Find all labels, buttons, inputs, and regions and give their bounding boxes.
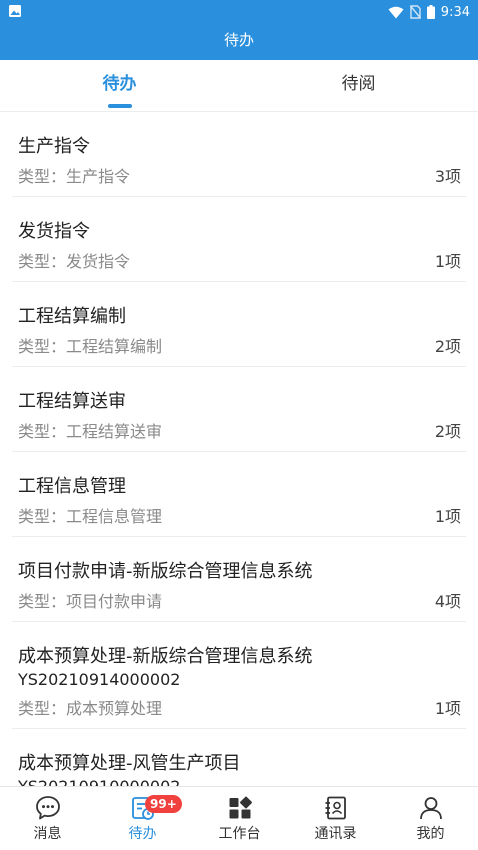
- item-count: 1项: [434, 507, 461, 526]
- nav-label: 我的: [416, 826, 445, 842]
- bottom-navigation: 消息 99+ 待办 工作台 通讯录 我的: [0, 786, 478, 850]
- list-item[interactable]: 工程结算编制 类型：工程结算编制 2项: [0, 282, 478, 367]
- item-title: 成本预算处理-风管生产项目: [18, 753, 241, 774]
- list-item[interactable]: 生产指令 类型：生产指令 3项: [0, 112, 478, 197]
- chat-bubble-icon: [36, 796, 60, 820]
- item-type: 类型：生产指令: [18, 167, 131, 186]
- no-sim-icon: [409, 5, 421, 19]
- nav-todo[interactable]: 99+ 待办: [95, 787, 190, 850]
- item-title: 发货指令: [18, 221, 90, 242]
- item-count: 4项: [434, 592, 461, 611]
- item-type: 类型：项目付款申请: [18, 592, 163, 611]
- list-item[interactable]: 项目付款申请-新版综合管理信息系统 类型：项目付款申请 4项: [0, 537, 478, 622]
- nav-workbench[interactable]: 工作台: [192, 787, 287, 850]
- status-bar: 9:34: [0, 0, 478, 24]
- item-count: 1项: [434, 252, 461, 271]
- nav-label: 工作台: [218, 826, 261, 842]
- list-item[interactable]: 工程结算送审 类型：工程结算送审 2项: [0, 367, 478, 452]
- item-code: YS20210910000002: [18, 777, 180, 786]
- item-title: 项目付款申请-新版综合管理信息系统: [18, 561, 313, 582]
- tab-indicator: [108, 104, 132, 108]
- grid-apps-icon: [229, 796, 252, 819]
- item-count: 2项: [434, 337, 461, 356]
- list-item[interactable]: 工程信息管理 类型：工程信息管理 1项: [0, 452, 478, 537]
- tab-to-read[interactable]: 待阅: [239, 60, 478, 112]
- item-code: YS20210914000002: [18, 670, 181, 689]
- item-type: 类型：发货指令: [18, 252, 131, 271]
- list-item[interactable]: 成本预算处理-新版综合管理信息系统 YS20210914000002 类型：成本…: [0, 622, 478, 729]
- tab-bar: 待办 待阅: [0, 60, 478, 112]
- item-title: 工程结算编制: [18, 306, 126, 327]
- item-title: 工程结算送审: [18, 391, 126, 412]
- todo-list[interactable]: 生产指令 类型：生产指令 3项 发货指令 类型：发货指令 1项 工程结算编制 类…: [0, 112, 478, 786]
- nav-label: 通讯录: [314, 826, 357, 842]
- list-item[interactable]: 成本预算处理-风管生产项目 YS20210910000002: [0, 729, 478, 786]
- item-title: 成本预算处理-新版综合管理信息系统: [18, 646, 313, 667]
- list-item[interactable]: 发货指令 类型：发货指令 1项: [0, 197, 478, 282]
- contacts-book-icon: [325, 796, 346, 820]
- nav-messages[interactable]: 消息: [0, 787, 95, 850]
- status-time: 9:34: [440, 4, 470, 20]
- todo-count-badge: 99+: [145, 795, 182, 813]
- item-title: 工程信息管理: [18, 476, 126, 497]
- page-title: 待办: [0, 24, 478, 60]
- nav-profile[interactable]: 我的: [383, 787, 478, 850]
- battery-icon: [426, 5, 435, 19]
- item-title: 生产指令: [18, 136, 90, 157]
- gallery-notification-icon: [9, 5, 21, 17]
- item-type: 类型：工程结算送审: [18, 422, 163, 441]
- nav-contacts[interactable]: 通讯录: [288, 787, 383, 850]
- item-count: 2项: [434, 422, 461, 441]
- nav-label: 消息: [33, 826, 62, 842]
- person-icon: [420, 797, 442, 820]
- item-type: 类型：工程结算编制: [18, 337, 163, 356]
- item-type: 类型：工程信息管理: [18, 507, 163, 526]
- item-type: 类型：成本预算处理: [18, 699, 163, 718]
- item-count: 1项: [434, 699, 461, 718]
- nav-label: 待办: [128, 826, 157, 842]
- item-count: 3项: [434, 167, 461, 186]
- wifi-icon: [388, 6, 404, 18]
